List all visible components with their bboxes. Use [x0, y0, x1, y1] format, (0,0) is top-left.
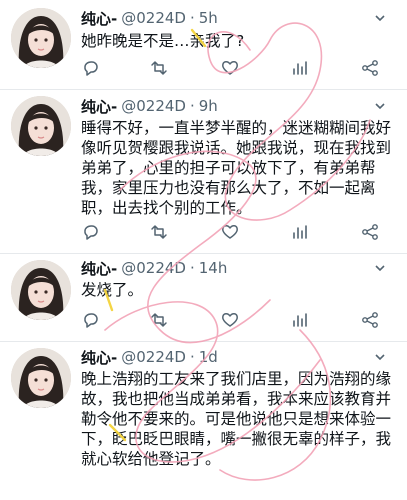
- avatar[interactable]: [11, 260, 71, 320]
- retweet-icon[interactable]: [149, 222, 169, 242]
- tweet-text: 发烧了。: [81, 281, 144, 299]
- reply-icon[interactable]: [81, 310, 101, 330]
- action-bar: [81, 310, 381, 330]
- separator-dot: ·: [189, 9, 195, 27]
- tweet-header: 纯心- @0224D · 1d: [81, 347, 218, 367]
- reply-icon[interactable]: [81, 58, 101, 78]
- views-icon[interactable]: [290, 58, 310, 78]
- timestamp[interactable]: 14h: [199, 259, 228, 277]
- separator-dot: ·: [189, 97, 195, 115]
- retweet-icon[interactable]: [149, 310, 169, 330]
- separator-dot: ·: [189, 259, 195, 277]
- display-name[interactable]: 纯心-: [81, 96, 117, 117]
- tweet-text: 晚上浩翔的工友来了我们店里，因为浩翔的缘故，我也把他当成弟弟看，我本来应该教育并…: [81, 370, 392, 468]
- user-handle[interactable]: @0224D: [121, 259, 186, 277]
- like-icon[interactable]: [220, 58, 240, 78]
- more-caret-icon[interactable]: [373, 260, 387, 274]
- timestamp[interactable]: 5h: [199, 9, 218, 27]
- tweet-text: 睡得不好，一直半梦半醒的，迷迷糊糊间我好像听见贺樱跟我说话。她跟我说，现在我找到…: [81, 119, 392, 217]
- tweet-header: 纯心- @0224D · 5h: [81, 8, 218, 28]
- display-name[interactable]: 纯心-: [81, 347, 117, 368]
- display-name[interactable]: 纯心-: [81, 8, 117, 29]
- tweet-3[interactable]: 纯心- @0224D · 14h 发烧了。: [0, 254, 407, 342]
- avatar[interactable]: [11, 8, 71, 68]
- action-bar: [81, 222, 381, 242]
- more-caret-icon[interactable]: [373, 98, 387, 112]
- user-handle[interactable]: @0224D: [121, 9, 186, 27]
- user-handle[interactable]: @0224D: [121, 348, 186, 366]
- more-caret-icon[interactable]: [373, 349, 387, 363]
- tweet-header: 纯心- @0224D · 14h: [81, 258, 227, 278]
- share-icon[interactable]: [360, 222, 380, 242]
- views-icon[interactable]: [290, 310, 310, 330]
- user-handle[interactable]: @0224D: [121, 97, 186, 115]
- avatar[interactable]: [11, 96, 71, 156]
- timestamp[interactable]: 1d: [199, 348, 218, 366]
- tweet-1[interactable]: 纯心- @0224D · 5h 她昨晚是不是…亲我了?: [0, 0, 407, 90]
- retweet-icon[interactable]: [149, 58, 169, 78]
- avatar[interactable]: [11, 348, 71, 408]
- action-bar: [81, 58, 381, 78]
- share-icon[interactable]: [360, 58, 380, 78]
- display-name[interactable]: 纯心-: [81, 258, 117, 279]
- like-icon[interactable]: [220, 222, 240, 242]
- tweet-text: 她昨晚是不是…亲我了?: [81, 32, 245, 50]
- views-icon[interactable]: [290, 222, 310, 242]
- share-icon[interactable]: [360, 310, 380, 330]
- tweet-2[interactable]: 纯心- @0224D · 9h 睡得不好，一直半梦半醒的，迷迷糊糊间我好像听见贺…: [0, 90, 407, 254]
- tweet-header: 纯心- @0224D · 9h: [81, 96, 218, 116]
- reply-icon[interactable]: [81, 222, 101, 242]
- like-icon[interactable]: [220, 310, 240, 330]
- tweet-4[interactable]: 纯心- @0224D · 1d 晚上浩翔的工友来了我们店里，因为浩翔的缘故，我也…: [0, 342, 407, 500]
- timestamp[interactable]: 9h: [199, 97, 218, 115]
- more-caret-icon[interactable]: [373, 10, 387, 24]
- separator-dot: ·: [189, 348, 195, 366]
